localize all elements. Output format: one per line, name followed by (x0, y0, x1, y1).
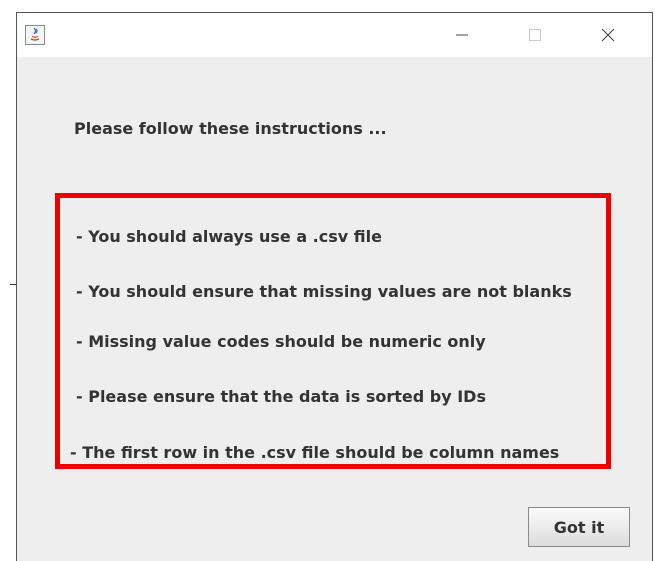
close-button[interactable] (585, 17, 631, 53)
instruction-item: - You should always use a .csv file (76, 227, 382, 246)
instruction-item: - You should ensure that missing values … (76, 282, 572, 301)
minimize-button[interactable] (439, 17, 485, 53)
got-it-button[interactable]: Got it (528, 507, 630, 547)
instructions-dialog: Please follow these instructions ... - Y… (16, 12, 653, 561)
java-app-icon (25, 25, 45, 45)
instruction-item: - The first row in the .csv file should … (70, 443, 560, 462)
maximize-icon (529, 29, 541, 41)
maximize-button[interactable] (512, 17, 558, 53)
title-bar[interactable] (17, 13, 652, 57)
instruction-item: - Missing value codes should be numeric … (76, 332, 486, 351)
instruction-item: - Please ensure that the data is sorted … (76, 387, 486, 406)
instructions-panel: - You should always use a .csv file - Yo… (55, 193, 611, 469)
minimize-icon (456, 34, 468, 36)
close-icon (601, 28, 615, 42)
instructions-heading: Please follow these instructions ... (74, 119, 387, 138)
